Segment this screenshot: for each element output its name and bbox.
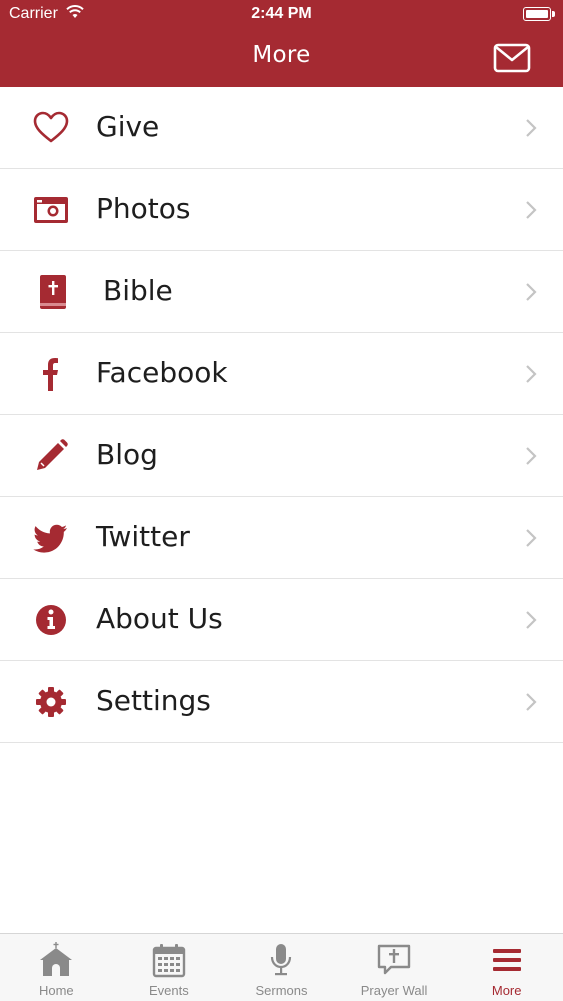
menu-item-label: Bible [103, 274, 173, 307]
menu-item-label: Twitter [96, 520, 190, 553]
battery-icon [523, 7, 555, 21]
menu-item-label: Facebook [96, 356, 228, 389]
gear-icon [36, 687, 66, 717]
chevron-right-icon [526, 529, 537, 547]
tab-label: Sermons [255, 983, 308, 998]
menu-item-blog[interactable]: Blog [0, 415, 563, 497]
chevron-right-icon [526, 283, 537, 301]
menu-item-settings[interactable]: Settings [0, 661, 563, 743]
page-title: More [252, 42, 311, 68]
pencil-icon [37, 439, 68, 470]
menu-item-label: Settings [96, 684, 211, 717]
menu-item-label: About Us [96, 602, 223, 635]
chevron-right-icon [526, 201, 537, 219]
menu-item-about-us[interactable]: About Us [0, 579, 563, 661]
menu-item-facebook[interactable]: Facebook [0, 333, 563, 415]
tab-label: Prayer Wall [360, 983, 428, 998]
tab-prayer-wall[interactable]: Prayer Wall [338, 934, 451, 1001]
facebook-icon [43, 358, 58, 391]
chevron-right-icon [526, 611, 537, 629]
bible-icon [40, 275, 66, 309]
clock: 2:44 PM [251, 5, 312, 22]
more-menu-list: Give Photos Bible Facebook Blog Twitter … [0, 87, 563, 743]
info-icon [36, 605, 66, 635]
menu-icon [492, 949, 521, 971]
tab-label: More [491, 983, 522, 998]
nav-header: Carrier 2:44 PM More [0, 0, 563, 87]
heart-icon [33, 111, 69, 143]
menu-item-bible[interactable]: Bible [0, 251, 563, 333]
prayer-bubble-icon [377, 944, 411, 975]
menu-item-label: Blog [96, 438, 158, 471]
tab-events[interactable]: Events [113, 934, 226, 1001]
menu-item-label: Give [96, 110, 160, 143]
status-bar: Carrier 2:44 PM [0, 0, 563, 30]
twitter-icon [33, 524, 67, 553]
camera-icon [34, 197, 68, 223]
menu-item-label: Photos [96, 192, 191, 225]
tab-sermons[interactable]: Sermons [225, 934, 338, 1001]
menu-item-give[interactable]: Give [0, 87, 563, 169]
tab-label: Home [38, 983, 74, 998]
tab-bar: Home Events Sermons Prayer Wall More [0, 933, 563, 1001]
menu-item-photos[interactable]: Photos [0, 169, 563, 251]
menu-item-twitter[interactable]: Twitter [0, 497, 563, 579]
tab-label: Events [149, 983, 189, 998]
mail-icon[interactable] [493, 42, 531, 74]
tab-home[interactable]: Home [0, 934, 113, 1001]
calendar-icon [152, 944, 186, 978]
chevron-right-icon [526, 447, 537, 465]
chevron-right-icon [526, 119, 537, 137]
chevron-right-icon [526, 693, 537, 711]
chevron-right-icon [526, 365, 537, 383]
microphone-icon [271, 944, 292, 976]
church-icon [40, 942, 73, 976]
tab-more[interactable]: More [450, 934, 563, 1001]
